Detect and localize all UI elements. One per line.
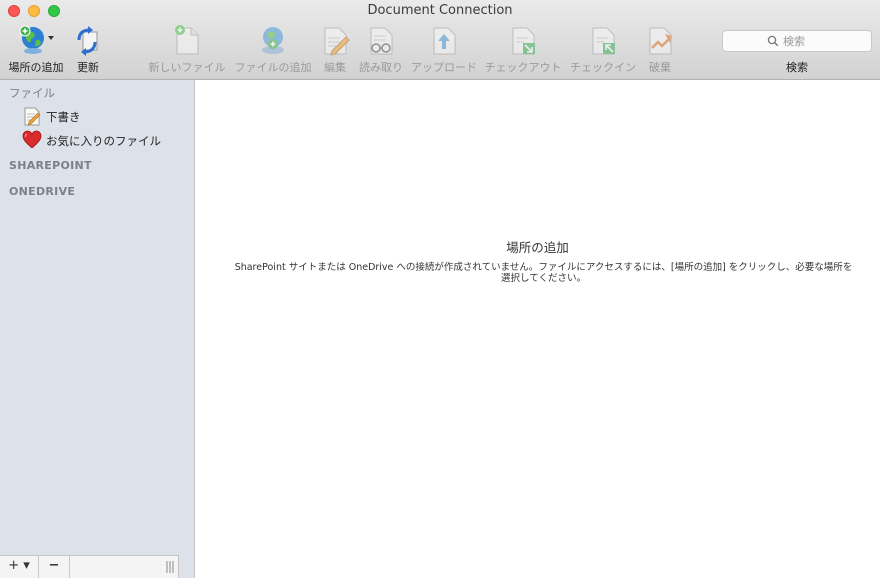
remove-location-button[interactable]: − — [39, 556, 70, 578]
read-glasses-icon — [370, 27, 393, 55]
heart-icon — [22, 130, 42, 149]
search-box[interactable] — [722, 30, 872, 52]
window-title: Document Connection — [367, 3, 513, 18]
checkin-icon — [592, 27, 615, 55]
upload-button[interactable]: アップロード — [410, 24, 478, 74]
search-label: 検索 — [786, 61, 808, 74]
upload-label: アップロード — [411, 61, 477, 74]
discard-label: 破棄 — [649, 61, 671, 74]
add-file-label: ファイルの追加 — [234, 61, 312, 74]
refresh-button[interactable]: 更新 — [70, 24, 106, 74]
checkin-label: チェックイン — [570, 61, 636, 74]
upload-globe-icon — [262, 27, 284, 54]
add-location-button[interactable]: 場所の追加 — [4, 24, 68, 74]
sidebar-item-drafts[interactable]: 下書き — [22, 106, 190, 126]
add-location-menu-button[interactable]: + ▾ — [0, 556, 39, 578]
onedrive-section-header[interactable]: ONEDRIVE — [9, 185, 75, 198]
main-content: 場所の追加 SharePoint サイトまたは OneDrive への接続が作成… — [195, 80, 880, 578]
discard-button[interactable]: 破棄 — [642, 24, 678, 74]
globe-add-icon — [19, 25, 54, 54]
toolbar: Document Connection 場所の追加 更新 新しいファイル ファイ… — [0, 0, 880, 80]
sidebar-bottom-bar: + ▾ − — [0, 555, 179, 578]
resize-handle-icon[interactable] — [166, 561, 174, 573]
edit-button[interactable]: 編集 — [318, 24, 352, 74]
sidebar-item-label: 下書き — [46, 110, 81, 124]
read-button[interactable]: 読み取り — [356, 24, 406, 74]
sidebar-item-favorites[interactable]: お気に入りのファイル — [22, 130, 190, 150]
files-section-header: ファイル — [9, 86, 55, 100]
checkout-label: チェックアウト — [484, 61, 562, 74]
checkout-button[interactable]: チェックアウト — [482, 24, 564, 74]
read-label: 読み取り — [359, 61, 403, 74]
app-window: Document Connection 場所の追加 更新 新しいファイル ファイ… — [0, 0, 880, 578]
sidebar-item-label: お気に入りのファイル — [46, 134, 161, 148]
checkout-icon — [512, 27, 535, 55]
refresh-label: 更新 — [77, 61, 99, 74]
new-file-button[interactable]: 新しいファイル — [146, 24, 228, 74]
checkin-button[interactable]: チェックイン — [568, 24, 638, 74]
search-icon — [767, 35, 779, 47]
discard-icon — [649, 27, 672, 55]
add-file-button[interactable]: ファイルの追加 — [232, 24, 314, 74]
new-file-label: 新しいファイル — [148, 61, 226, 74]
empty-state-message: SharePoint サイトまたは OneDrive への接続が作成されていませ… — [234, 262, 853, 284]
refresh-icon — [77, 26, 98, 56]
edit-icon — [324, 27, 350, 56]
sidebar: ファイル 下書き お気に入りのファイル SHAREPOINT ONEDRIVE … — [0, 80, 195, 578]
new-file-icon — [175, 25, 199, 55]
empty-state-title: 場所の追加 — [506, 240, 569, 255]
edit-label: 編集 — [324, 61, 346, 74]
upload-icon — [433, 27, 456, 55]
add-location-label: 場所の追加 — [8, 61, 64, 74]
drafts-icon — [24, 107, 41, 126]
sharepoint-section-header[interactable]: SHAREPOINT — [9, 159, 92, 172]
search-input[interactable] — [783, 32, 863, 50]
